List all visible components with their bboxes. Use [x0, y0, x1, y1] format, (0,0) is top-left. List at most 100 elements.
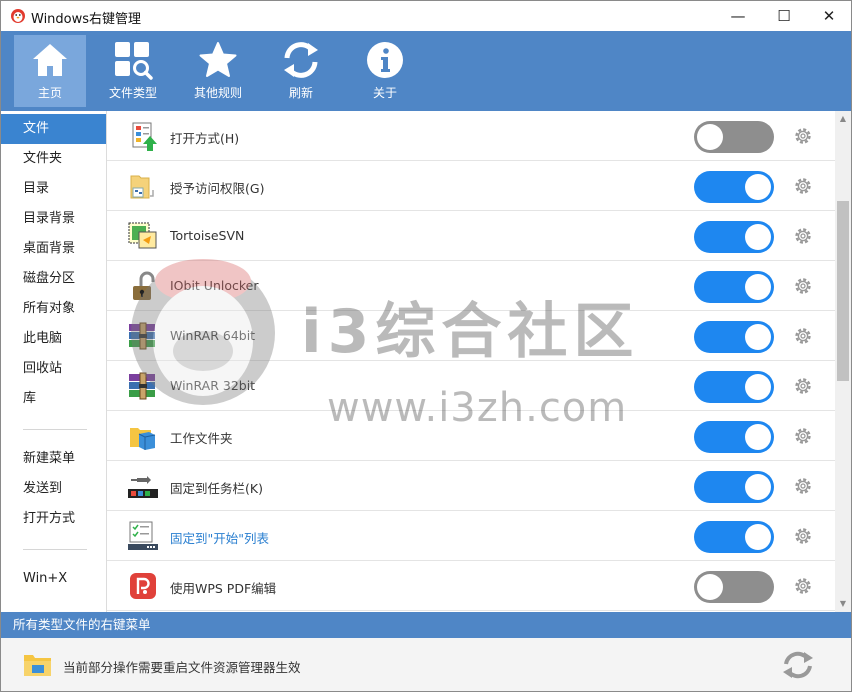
file-type-search-icon	[115, 42, 153, 80]
toggle-knob	[697, 124, 723, 150]
list-item[interactable]: WinRAR 32bit	[107, 361, 835, 411]
toolbar-home-label: 主页	[37, 86, 62, 100]
info-icon	[367, 42, 403, 78]
list-item-label: WinRAR 32bit	[170, 378, 256, 393]
sidebar-item-new-menu[interactable]: 新建菜单	[1, 444, 106, 474]
toggle-knob	[745, 274, 771, 300]
scroll-up-icon[interactable]: ▲	[835, 111, 851, 127]
sidebar-item-this-pc[interactable]: 此电脑	[1, 324, 106, 354]
list-item-label: 授予访问权限(G)	[170, 181, 265, 196]
maximize-button[interactable]: ☐	[761, 1, 807, 31]
toggle-switch[interactable]	[694, 121, 774, 153]
toolbar-about-button[interactable]: 关于	[349, 35, 421, 107]
gear-icon[interactable]	[793, 476, 813, 496]
main-toolbar: 主页 文件类型 其他规则 刷新 关于	[1, 31, 851, 111]
list-scrollbar[interactable]: ▲ ▼	[835, 111, 851, 612]
toolbar-file-type-label: 文件类型	[108, 86, 157, 100]
list-item[interactable]: 授予访问权限(G)	[107, 161, 835, 211]
minimize-button[interactable]: —	[715, 1, 761, 31]
toggle-knob	[745, 424, 771, 450]
sidebar-item-send-to[interactable]: 发送到	[1, 474, 106, 504]
gear-icon[interactable]	[793, 126, 813, 146]
list-item[interactable]: WinRAR 64bit	[107, 311, 835, 361]
status-bar: 所有类型文件的右键菜单	[1, 612, 851, 638]
sidebar-item-directory[interactable]: 目录	[1, 174, 106, 204]
toggle-switch[interactable]	[694, 321, 774, 353]
sidebar-item-library[interactable]: 库	[1, 384, 106, 414]
grant-access-icon	[130, 175, 154, 199]
close-icon: ✕	[822, 7, 836, 25]
toggle-switch[interactable]	[694, 271, 774, 303]
toggle-knob	[745, 174, 771, 200]
scroll-down-icon[interactable]: ▼	[835, 596, 851, 612]
toggle-knob	[745, 474, 771, 500]
gear-icon[interactable]	[793, 176, 813, 196]
toggle-knob	[745, 224, 771, 250]
explorer-folder-icon	[24, 655, 51, 676]
title-bar: Windows右键管理 — ☐ ✕	[1, 1, 851, 31]
toggle-switch[interactable]	[694, 421, 774, 453]
list-item-label: 打开方式(H)	[170, 131, 240, 146]
sidebar-item-all-objects[interactable]: 所有对象	[1, 294, 106, 324]
app-window: Windows右键管理 — ☐ ✕ 主页 文件类型 其他规则 刷新 关于 文件 …	[0, 0, 852, 692]
gear-icon[interactable]	[793, 276, 813, 296]
sidebar-item-recycle-bin[interactable]: 回收站	[1, 354, 106, 384]
gear-icon[interactable]	[793, 226, 813, 246]
sidebar-item-file[interactable]: 文件	[1, 114, 106, 144]
list-item[interactable]: 固定到"开始"列表	[107, 511, 835, 561]
open-with-icon	[132, 122, 157, 151]
tortoisesvn-icon	[128, 222, 157, 249]
close-button[interactable]: ✕	[806, 1, 852, 31]
footer-bar: 当前部分操作需要重启文件资源管理器生效	[1, 638, 851, 691]
list-item[interactable]: 工作文件夹	[107, 411, 835, 461]
gear-icon[interactable]	[793, 576, 813, 596]
toggle-switch[interactable]	[694, 471, 774, 503]
sidebar-item-folder[interactable]: 文件夹	[1, 144, 106, 174]
toggle-switch[interactable]	[694, 221, 774, 253]
gear-icon[interactable]	[793, 526, 813, 546]
pin-start-icon	[128, 521, 158, 550]
sidebar-divider	[23, 429, 87, 430]
winrar-icon	[129, 372, 155, 400]
scrollbar-thumb[interactable]	[837, 201, 849, 381]
app-logo-icon	[11, 9, 25, 23]
toolbar-refresh-button[interactable]: 刷新	[265, 35, 337, 107]
toggle-switch[interactable]	[694, 371, 774, 403]
toggle-knob	[745, 524, 771, 550]
gear-icon[interactable]	[793, 376, 813, 396]
sidebar-item-directory-background[interactable]: 目录背景	[1, 204, 106, 234]
toolbar-other-rules-button[interactable]: 其他规则	[182, 35, 254, 107]
sidebar-item-winx[interactable]: Win+X	[1, 564, 106, 594]
toggle-switch[interactable]	[694, 171, 774, 203]
toggle-switch[interactable]	[694, 571, 774, 603]
toolbar-home-button[interactable]: 主页	[14, 35, 86, 107]
gear-icon[interactable]	[793, 326, 813, 346]
sidebar-item-open-with[interactable]: 打开方式	[1, 504, 106, 534]
unlocker-icon	[133, 271, 155, 300]
footer-message: 当前部分操作需要重启文件资源管理器生效	[63, 660, 301, 675]
toggle-knob	[745, 324, 771, 350]
gear-icon[interactable]	[793, 426, 813, 446]
sidebar-item-drive[interactable]: 磁盘分区	[1, 264, 106, 294]
list-item-label: WinRAR 64bit	[170, 328, 256, 343]
toolbar-file-type-button[interactable]: 文件类型	[97, 35, 169, 107]
menu-item-list: 打开方式(H) 授予访问权限(G) TortoiseSVN IObit Unlo…	[107, 111, 835, 612]
list-item[interactable]: 使用WPS PDF编辑	[107, 561, 835, 611]
winrar-icon	[129, 322, 155, 350]
toggle-switch[interactable]	[694, 521, 774, 553]
list-item[interactable]: IObit Unlocker	[107, 261, 835, 311]
sidebar-item-desktop-background[interactable]: 桌面背景	[1, 234, 106, 264]
list-item-label: 工作文件夹	[170, 431, 233, 446]
restart-explorer-refresh-icon[interactable]	[781, 650, 815, 680]
toggle-knob	[697, 574, 723, 600]
star-icon	[199, 42, 237, 77]
sidebar-divider	[23, 549, 87, 550]
list-item[interactable]: 固定到任务栏(K)	[107, 461, 835, 511]
refresh-icon	[284, 42, 318, 78]
list-item-label: 固定到任务栏(K)	[170, 481, 263, 496]
pin-taskbar-icon	[128, 476, 158, 498]
list-item[interactable]: TortoiseSVN	[107, 211, 835, 261]
list-item[interactable]: 打开方式(H)	[107, 111, 835, 161]
toolbar-about-label: 关于	[372, 86, 397, 100]
toolbar-other-rules-label: 其他规则	[193, 86, 242, 100]
